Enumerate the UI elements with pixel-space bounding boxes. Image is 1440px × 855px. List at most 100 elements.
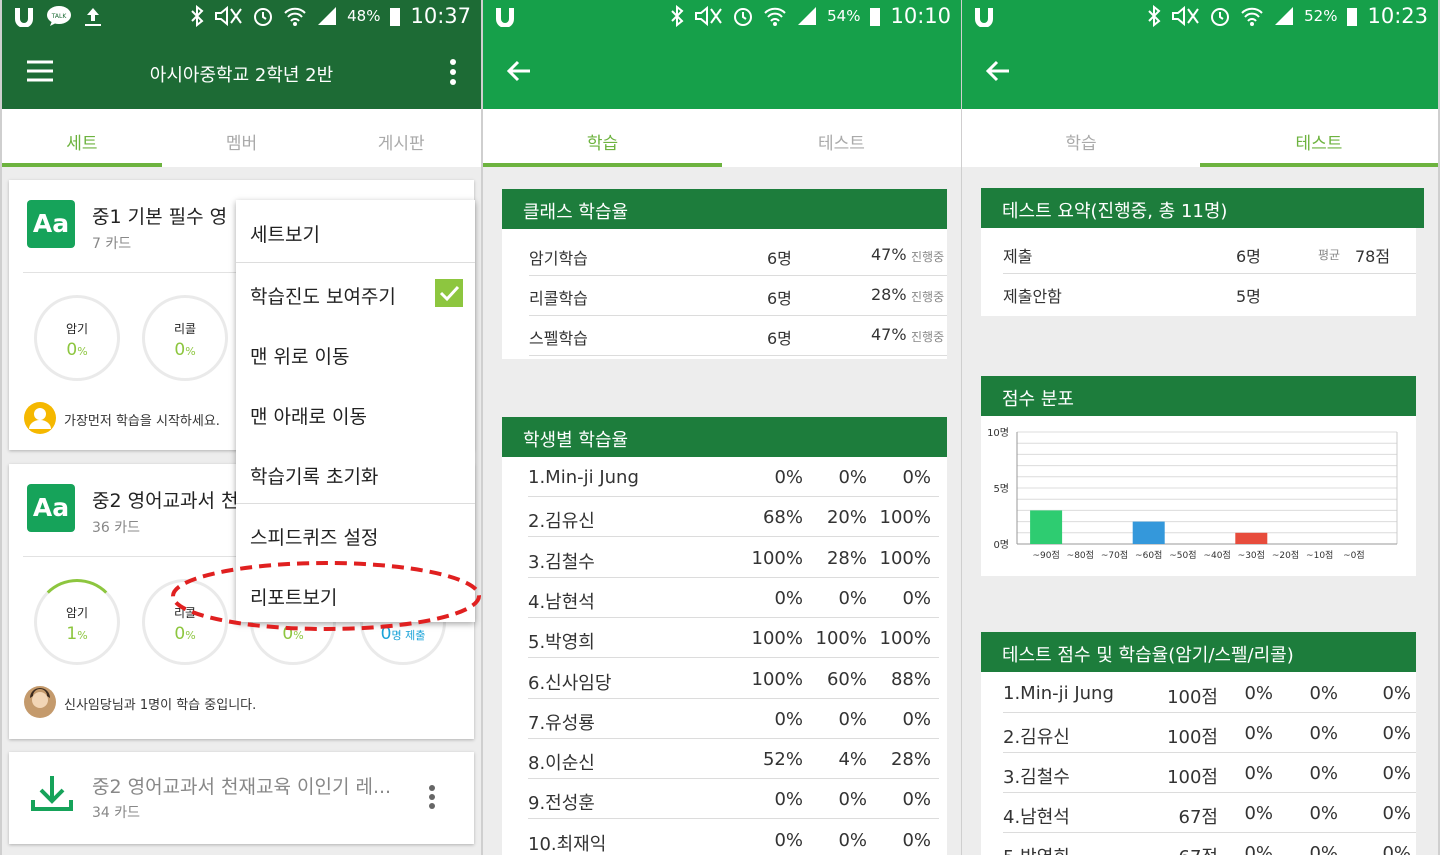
tab-sets[interactable]: 세트 — [2, 109, 162, 167]
student-name: 10.최재익 — [528, 833, 607, 855]
test-score: 100점 — [1167, 687, 1218, 708]
memorize-rate: 52% — [762, 749, 803, 771]
summary-label: 제출 — [1003, 247, 1033, 266]
back-arrow-icon[interactable] — [507, 60, 531, 82]
summary-count: 6명 — [1236, 247, 1261, 266]
set-title: 중1 기본 필수 영 — [92, 206, 228, 228]
alarm-icon — [734, 8, 753, 26]
tab-bar: 세트 멤버 게시판 — [2, 109, 481, 167]
test-scores-header: 테스트 점수 및 학습율(암기/스펠/리콜) — [981, 632, 1416, 672]
test-score-row[interactable]: 1.Min-ji Jung 100점 0% 0% 0% — [1003, 673, 1416, 713]
y-tick-label: 5명 — [993, 483, 1009, 495]
score-distribution-header: 점수 분포 — [981, 376, 1416, 416]
y-tick-label: 10명 — [987, 427, 1009, 439]
x-tick-label: ~20점 — [1272, 549, 1299, 561]
student-name: 1.Min-ji Jung — [1003, 683, 1114, 704]
app-bar — [962, 36, 1438, 109]
class-rate-row: 스펠학습 6명 47% 진행중 — [529, 316, 947, 356]
tab-board[interactable]: 게시판 — [321, 109, 481, 167]
battery-percent: 54% — [827, 7, 861, 25]
recall-rate: 0% — [1382, 803, 1411, 824]
app-bar — [483, 36, 961, 109]
student-name: 3.김철수 — [528, 551, 595, 573]
x-tick-label: ~10점 — [1306, 549, 1333, 561]
spell-rate: 0% — [902, 467, 931, 488]
recall-rate: 60% — [826, 668, 867, 690]
page-title: 아시아중학교 2학년 2반 — [149, 65, 334, 86]
set-card-count: 7 카드 — [92, 236, 132, 252]
mute-icon — [695, 5, 722, 27]
x-tick-label: ~60점 — [1135, 549, 1162, 561]
menu-item-view-set[interactable]: 세트보기 — [250, 220, 320, 247]
menu-item-show-progress[interactable]: 학습진도 보여주기 — [250, 282, 396, 309]
student-rate-header: 학생별 학습율 — [502, 417, 947, 457]
signal-icon — [318, 7, 337, 25]
tab-learning[interactable]: 학습 — [483, 109, 722, 167]
x-tick-label: ~40점 — [1203, 549, 1230, 561]
test-score-row[interactable]: 4.남현석 67점 0% 0% 0% — [1003, 793, 1416, 833]
student-row[interactable]: 9.전성훈 0% 0% 0% — [528, 779, 939, 820]
tab-test[interactable]: 테스트 — [722, 109, 961, 167]
battery-percent: 48% — [347, 7, 381, 25]
summary-row-submitted: 제출 6명 평균 78점 — [1003, 234, 1416, 274]
summary-count: 5명 — [1236, 287, 1261, 306]
clock: 10:23 — [1367, 4, 1428, 28]
spell-rate: 100% — [879, 507, 931, 529]
more-vert-icon[interactable] — [449, 58, 457, 86]
more-vert-icon[interactable] — [428, 784, 436, 810]
student-name: 5.박영희 — [528, 632, 595, 654]
tab-members[interactable]: 멤버 — [162, 109, 322, 167]
back-arrow-icon[interactable] — [986, 60, 1010, 82]
student-count: 6명 — [767, 329, 792, 348]
student-count: 6명 — [767, 289, 792, 308]
summary-row-not-submitted: 제출안함 5명 — [1003, 274, 1416, 314]
divider — [236, 262, 475, 263]
checkbox-checked-icon[interactable] — [435, 279, 463, 307]
test-score-row[interactable]: 2.김유신 100점 0% 0% 0% — [1003, 713, 1416, 753]
status-label: 진행중 — [911, 330, 945, 344]
student-row[interactable]: 10.최재익 0% 0% 0% — [528, 820, 939, 855]
student-row[interactable]: 6.신사임당 100% 60% 88% — [528, 659, 939, 699]
test-score-row[interactable]: 5.박영희 67점 0% 0% 0% — [1003, 833, 1416, 855]
menu-item-move-bottom[interactable]: 맨 아래로 이동 — [250, 402, 367, 429]
app-notification-icon — [15, 8, 33, 27]
bar — [1235, 532, 1268, 544]
test-score-row[interactable]: 3.김철수 100점 0% 0% 0% — [1003, 753, 1416, 793]
card-note: 가장먼저 학습을 시작하세요. — [64, 414, 220, 429]
recall-rate: 0% — [838, 789, 867, 811]
screen-class-sets: TALK 48% 10:37 아시아중학교 2학년 2반 세트 멤버 게시판 A… — [2, 0, 481, 855]
student-row[interactable]: 5.박영희 100% 100% 100% — [528, 618, 939, 659]
tab-learning[interactable]: 학습 — [962, 109, 1200, 167]
memorize-rate: 100% — [751, 668, 803, 690]
student-row[interactable]: 7.유성룡 0% 0% 0% — [528, 699, 939, 739]
tab-bar: 학습 테스트 — [483, 109, 961, 167]
spell-rate: 0% — [902, 587, 931, 609]
avatar — [24, 686, 56, 718]
menu-item-move-top[interactable]: 맨 위로 이동 — [250, 342, 349, 369]
status-bar: 52% 10:23 — [962, 0, 1438, 36]
set-card[interactable]: 중2 영어교과서 천재교육 이인기 레... 34 카드 — [9, 752, 474, 844]
memorize-rate: 0% — [1244, 763, 1273, 784]
tab-test[interactable]: 테스트 — [1200, 109, 1438, 167]
memorize-rate: 0% — [1244, 683, 1273, 704]
student-row[interactable]: 4.남현석 0% 0% 0% — [528, 578, 939, 618]
status-label: 진행중 — [911, 250, 945, 264]
app-bar: 아시아중학교 2학년 2반 — [2, 36, 481, 109]
avatar — [24, 402, 56, 434]
alarm-icon — [254, 8, 273, 26]
student-row[interactable]: 2.김유신 68% 20% 100% — [528, 497, 939, 538]
progress-label: 암기 — [65, 606, 89, 620]
student-row[interactable]: 3.김철수 100% 28% 100% — [528, 538, 939, 578]
memorize-rate: 0% — [774, 467, 803, 488]
score-distribution-chart: 0명 5명 10명 ~90점 ~80점 ~70점 ~60점 ~50점 ~40점 ~30점 ~20점 ~… — [981, 416, 1416, 576]
study-type: 스펠학습 — [529, 329, 588, 348]
menu-item-speed-quiz[interactable]: 스피드퀴즈 설정 — [250, 523, 378, 550]
recall-progress: 리콜 0% — [142, 295, 228, 381]
status-bar: 54% 10:10 — [483, 0, 961, 36]
download-icon[interactable] — [31, 774, 73, 812]
wifi-icon — [1241, 7, 1263, 26]
student-row[interactable]: 8.이순신 52% 4% 28% — [528, 739, 939, 780]
student-row[interactable]: 1.Min-ji Jung 0% 0% 0% — [528, 457, 939, 497]
menu-item-reset-history[interactable]: 학습기록 초기화 — [250, 462, 378, 489]
student-name: 4.남현석 — [528, 591, 595, 613]
